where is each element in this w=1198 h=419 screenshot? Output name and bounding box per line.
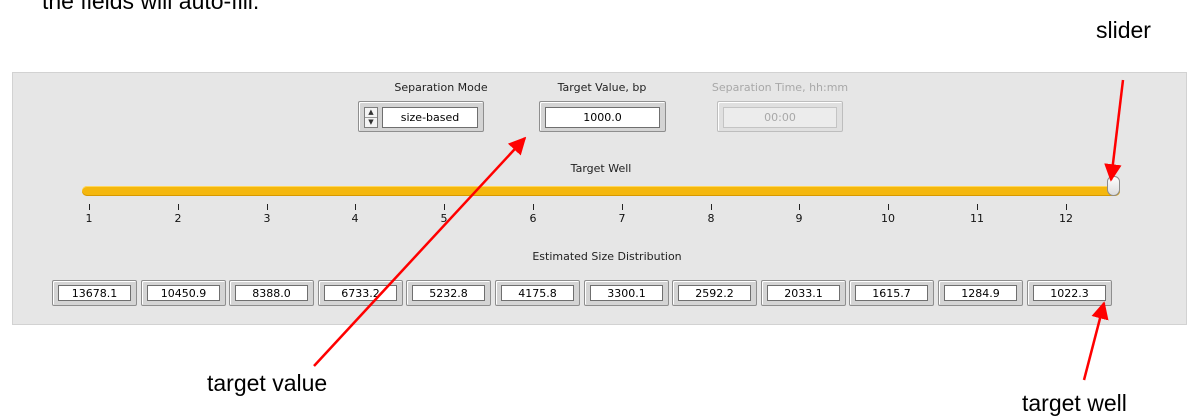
- slider-arrow: [1104, 79, 1125, 182]
- callout-arrows: [313, 79, 1125, 381]
- target-well-arrow: [1082, 301, 1109, 381]
- target-value-arrow: [313, 136, 527, 367]
